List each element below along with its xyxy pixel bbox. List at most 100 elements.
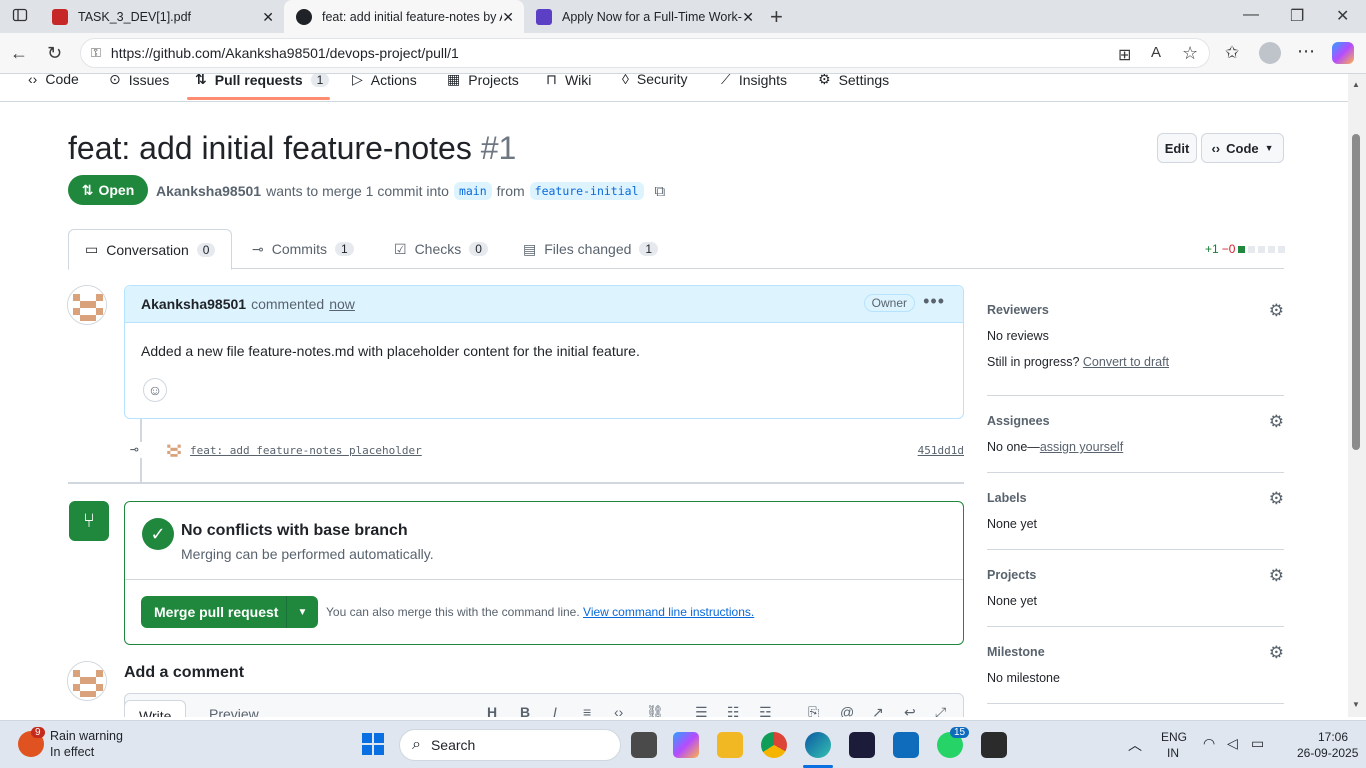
preview-tab[interactable]: Preview (209, 706, 259, 717)
url-text[interactable]: https://github.com/Akanksha98501/devops-… (111, 45, 459, 61)
attach-icon[interactable]: ⎘ (808, 704, 819, 717)
chevron-up-icon[interactable]: ︿ (1128, 735, 1142, 755)
copilot-icon[interactable] (1332, 42, 1354, 64)
author-link[interactable]: Akanksha98501 (156, 183, 261, 199)
avatar[interactable] (67, 285, 107, 325)
write-tab[interactable]: Write (124, 700, 187, 717)
comment-author-link[interactable]: Akanksha98501 (141, 296, 246, 312)
profile-avatar[interactable] (1259, 42, 1281, 64)
gear-icon[interactable]: ⚙ (1269, 489, 1284, 509)
quote-icon[interactable]: ≡ (583, 704, 591, 717)
repo-tab-settings[interactable]: ⚙ Settings (818, 74, 889, 88)
heading-icon[interactable]: H (487, 704, 497, 717)
close-tab-icon[interactable]: ✕ (262, 9, 274, 26)
tab-actions-icon[interactable] (12, 7, 28, 28)
repo-tab-actions[interactable]: ▷ Actions (352, 74, 417, 88)
gear-icon[interactable]: ⚙ (1269, 301, 1284, 321)
tab-commits[interactable]: ⊸ Commits 1 (252, 229, 354, 269)
edit-button[interactable]: Edit (1157, 133, 1197, 163)
windows-start-icon[interactable] (361, 732, 387, 758)
task-list-icon[interactable]: ☲ (759, 704, 772, 717)
maximize-icon[interactable]: ❐ (1290, 6, 1304, 26)
weather-title[interactable]: Rain warning (50, 729, 123, 743)
head-branch[interactable]: feature-initial (529, 182, 644, 200)
assignees-label[interactable]: Assignees (987, 414, 1050, 428)
favorite-star-icon[interactable]: ☆ (1182, 43, 1198, 64)
tab-checks[interactable]: ☑ Checks 0 (394, 229, 488, 269)
gear-icon[interactable]: ⚙ (1269, 566, 1284, 586)
add-reaction-icon[interactable]: ☺ (143, 378, 167, 402)
page-scrollbar[interactable]: ▲ ▼ (1348, 74, 1366, 717)
back-icon[interactable]: ← (10, 43, 28, 64)
scrollbar-thumb[interactable] (1352, 134, 1360, 450)
store-icon[interactable] (893, 732, 919, 758)
chrome-icon[interactable] (761, 732, 787, 758)
language-indicator[interactable]: ENG (1161, 730, 1187, 744)
browser-tab-pdf[interactable]: TASK_3_DEV[1].pdf ✕ (40, 0, 284, 33)
bold-icon[interactable]: B (520, 704, 530, 717)
tab-conversation[interactable]: ▭ Conversation 0 (68, 229, 233, 270)
merge-options-caret-icon[interactable]: ▼ (286, 596, 318, 628)
avatar[interactable] (67, 661, 107, 701)
ordered-list-icon[interactable]: ☰ (695, 704, 708, 717)
projects-label[interactable]: Projects (987, 568, 1036, 582)
volume-icon[interactable]: ◁ (1227, 735, 1238, 752)
battery-icon[interactable]: ▭ (1251, 735, 1264, 752)
copy-icon[interactable]: ⧉ (655, 183, 666, 200)
taskbar-search[interactable]: ⌕ Search (399, 729, 621, 761)
assign-yourself-link[interactable]: assign yourself (1040, 440, 1123, 454)
scroll-down-icon[interactable]: ▼ (1352, 700, 1360, 709)
wifi-icon[interactable]: ◠ (1203, 735, 1215, 752)
repo-tab-security[interactable]: ◊ Security (622, 74, 688, 87)
link-icon[interactable]: ⛓ (646, 704, 664, 717)
reviewers-label[interactable]: Reviewers (987, 303, 1049, 317)
repo-tab-projects[interactable]: ▦ Projects (447, 74, 519, 88)
favorites-icon[interactable]: ✩ (1225, 43, 1239, 63)
italic-icon[interactable]: I (553, 704, 557, 717)
repo-tab-wiki[interactable]: ⊓ Wiki (546, 74, 591, 88)
refresh-icon[interactable]: ↻ (47, 43, 62, 64)
edge-icon[interactable] (805, 732, 831, 758)
tab-files-changed[interactable]: ▤ Files changed 1 (523, 229, 659, 269)
mention-icon[interactable]: @ (840, 704, 854, 717)
intellij-icon[interactable] (849, 732, 875, 758)
app-available-icon[interactable]: ⊞ (1118, 45, 1131, 65)
close-tab-icon[interactable]: ✕ (502, 9, 514, 26)
gear-icon[interactable]: ⚙ (1269, 412, 1284, 432)
repo-tab-insights[interactable]: ⟋ Insights (721, 74, 787, 88)
close-tab-icon[interactable]: ✕ (742, 9, 754, 26)
browser-tab-github[interactable]: feat: add initial feature-notes by A ✕ (284, 0, 524, 33)
copilot-app-icon[interactable] (673, 732, 699, 758)
commit-sha-link[interactable]: 451dd1d (918, 444, 964, 457)
unordered-list-icon[interactable]: ☷ (727, 704, 740, 717)
scroll-up-icon[interactable]: ▲ (1352, 80, 1360, 89)
task-view-icon[interactable] (631, 732, 657, 758)
read-aloud-icon[interactable]: A (1151, 44, 1161, 61)
command-line-instructions-link[interactable]: View command line instructions. (583, 605, 754, 619)
repo-tab-pull-requests[interactable]: ⇅ Pull requests 1 (195, 74, 330, 88)
milestone-label[interactable]: Milestone (987, 645, 1045, 659)
merge-pull-request-button[interactable]: Merge pull request (141, 604, 286, 620)
repo-tab-issues[interactable]: ⊙ Issues (109, 74, 169, 88)
site-info-icon[interactable]: ⚿ (91, 45, 101, 61)
commit-message-link[interactable]: feat: add feature-notes placeholder (190, 444, 422, 457)
labels-label[interactable]: Labels (987, 491, 1027, 505)
repo-tab-code[interactable]: ‹› Code (28, 74, 79, 87)
convert-to-draft-link[interactable]: Convert to draft (1083, 355, 1169, 369)
minimize-icon[interactable]: — (1243, 6, 1259, 24)
terminal-icon[interactable] (981, 732, 1007, 758)
browser-tab-apply[interactable]: Apply Now for a Full-Time Work-f ✕ (524, 0, 764, 33)
comment-timestamp[interactable]: now (329, 296, 355, 312)
new-tab-icon[interactable]: + (770, 4, 783, 30)
kebab-menu-icon[interactable]: ••• (923, 291, 945, 312)
reference-icon[interactable]: ↗ (872, 704, 884, 717)
base-branch[interactable]: main (453, 182, 492, 200)
fullscreen-icon[interactable]: ⤢ (935, 704, 946, 717)
code-icon[interactable]: ‹› (614, 704, 623, 717)
more-menu-icon[interactable]: ⋯ (1297, 41, 1315, 62)
address-bar[interactable]: ⚿ https://github.com/Akanksha98501/devop… (80, 38, 1210, 68)
gear-icon[interactable]: ⚙ (1269, 643, 1284, 663)
window-close-icon[interactable]: ✕ (1336, 6, 1349, 26)
reply-icon[interactable]: ↩ (904, 704, 916, 717)
file-explorer-icon[interactable] (717, 732, 743, 758)
